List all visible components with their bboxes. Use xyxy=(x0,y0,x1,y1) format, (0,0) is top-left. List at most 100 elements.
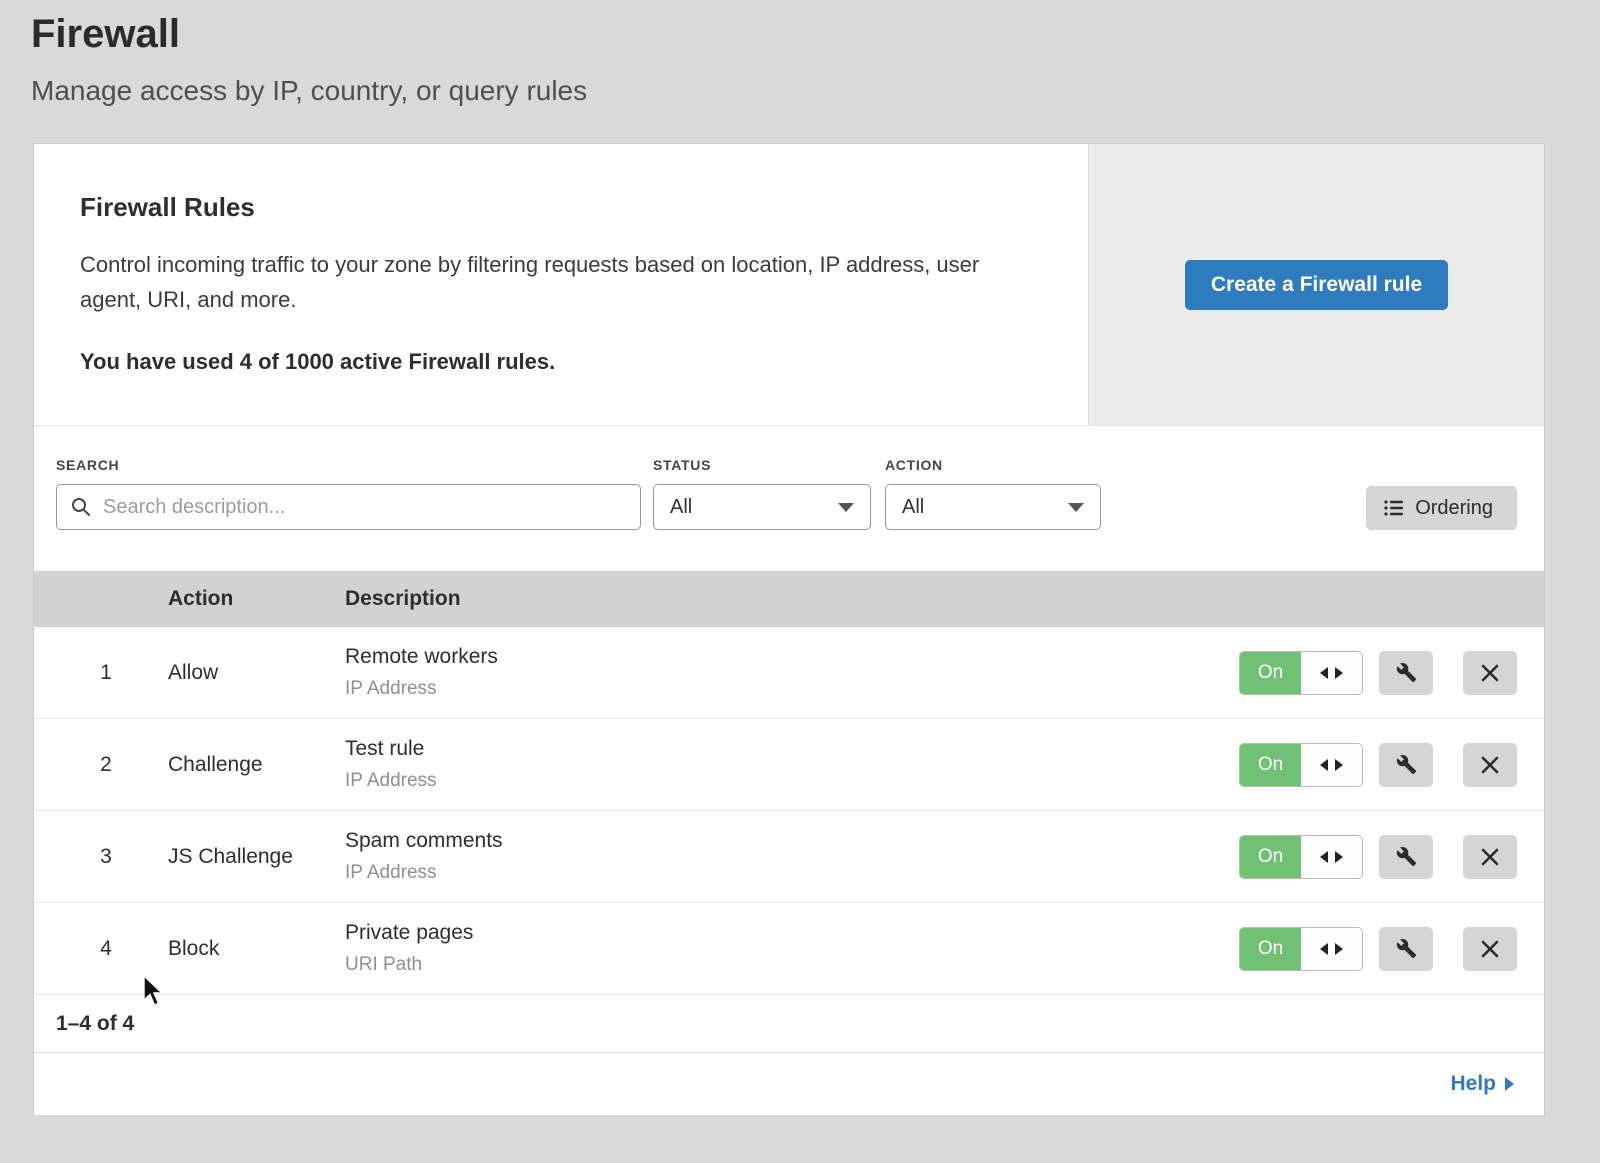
delete-rule-button[interactable] xyxy=(1463,651,1517,695)
toggle-handle[interactable] xyxy=(1301,744,1362,786)
rule-description-title: Remote workers xyxy=(345,645,498,669)
ordering-button[interactable]: Ordering xyxy=(1366,486,1517,530)
table-body: 1 Allow Remote workers IP Address On xyxy=(34,627,1544,995)
rule-match-type: IP Address xyxy=(345,770,437,792)
rule-description: Remote workers IP Address xyxy=(345,645,498,700)
toggle-handle[interactable] xyxy=(1301,928,1362,970)
rule-match-type: URI Path xyxy=(345,954,473,976)
rule-enabled-toggle[interactable]: On xyxy=(1239,835,1363,879)
help-link[interactable]: Help xyxy=(1450,1072,1514,1096)
rule-description: Private pages URI Path xyxy=(345,921,473,976)
rule-description-title: Spam comments xyxy=(345,829,503,853)
toggle-on-segment[interactable]: On xyxy=(1240,836,1301,878)
rule-controls: On xyxy=(1239,835,1517,879)
wrench-icon xyxy=(1396,938,1417,959)
firewall-card: Firewall Rules Control incoming traffic … xyxy=(33,143,1545,1115)
arrow-right-icon xyxy=(1335,943,1343,955)
delete-rule-button[interactable] xyxy=(1463,743,1517,787)
page-header: Firewall Manage access by IP, country, o… xyxy=(0,0,1600,107)
table-row: 4 Block Private pages URI Path On xyxy=(34,903,1544,995)
edit-rule-button[interactable] xyxy=(1379,743,1433,787)
close-icon xyxy=(1481,848,1499,866)
rule-enabled-toggle[interactable]: On xyxy=(1239,743,1363,787)
overview-heading: Firewall Rules xyxy=(80,192,1028,223)
chevron-down-icon xyxy=(1068,503,1084,512)
toggle-on-segment[interactable]: On xyxy=(1240,928,1301,970)
arrow-right-icon xyxy=(1335,667,1343,679)
arrow-left-icon xyxy=(1320,851,1328,863)
rule-description-title: Private pages xyxy=(345,921,473,945)
search-icon xyxy=(71,497,91,517)
status-select-value: All xyxy=(670,496,692,519)
toggle-handle[interactable] xyxy=(1301,652,1362,694)
table-row: 1 Allow Remote workers IP Address On xyxy=(34,627,1544,719)
delete-rule-button[interactable] xyxy=(1463,835,1517,879)
rule-action: Challenge xyxy=(168,753,313,777)
status-select[interactable]: All xyxy=(653,484,871,530)
rule-priority: 3 xyxy=(96,845,116,869)
rule-action: JS Challenge xyxy=(168,845,313,869)
close-icon xyxy=(1481,940,1499,958)
wrench-icon xyxy=(1396,662,1417,683)
overview-description: Control incoming traffic to your zone by… xyxy=(80,247,1028,317)
help-row: Help xyxy=(34,1053,1544,1115)
edit-rule-button[interactable] xyxy=(1379,927,1433,971)
action-label: ACTION xyxy=(885,457,943,473)
rule-action: Allow xyxy=(168,661,313,685)
rule-controls: On xyxy=(1239,743,1517,787)
chevron-down-icon xyxy=(838,503,854,512)
rule-description-title: Test rule xyxy=(345,737,437,761)
close-icon xyxy=(1481,756,1499,774)
help-link-label: Help xyxy=(1450,1072,1496,1096)
action-select[interactable]: All xyxy=(885,484,1101,530)
arrow-right-icon xyxy=(1335,851,1343,863)
page-title: Firewall xyxy=(31,12,1600,57)
arrow-left-icon xyxy=(1320,759,1328,771)
search-input[interactable] xyxy=(101,485,640,529)
action-select-value: All xyxy=(902,496,924,519)
page-subtitle: Manage access by IP, country, or query r… xyxy=(31,75,1600,107)
rule-priority: 1 xyxy=(96,661,116,685)
rule-enabled-toggle[interactable]: On xyxy=(1239,651,1363,695)
toggle-on-segment[interactable]: On xyxy=(1240,652,1301,694)
status-label: STATUS xyxy=(653,457,711,473)
toggle-on-segment[interactable]: On xyxy=(1240,744,1301,786)
help-arrow-icon xyxy=(1505,1077,1514,1091)
filters-bar: SEARCH STATUS ACTION All All xyxy=(34,426,1544,571)
wrench-icon xyxy=(1396,846,1417,867)
search-label: SEARCH xyxy=(56,457,119,473)
create-firewall-rule-button[interactable]: Create a Firewall rule xyxy=(1185,260,1448,310)
rule-enabled-toggle[interactable]: On xyxy=(1239,927,1363,971)
overview-section: Firewall Rules Control incoming traffic … xyxy=(34,144,1544,426)
rule-description: Test rule IP Address xyxy=(345,737,437,792)
rule-controls: On xyxy=(1239,651,1517,695)
close-icon xyxy=(1481,664,1499,682)
edit-rule-button[interactable] xyxy=(1379,651,1433,695)
table-row: 2 Challenge Test rule IP Address On xyxy=(34,719,1544,811)
pagination-text: 1–4 of 4 xyxy=(34,995,1544,1053)
rule-controls: On xyxy=(1239,927,1517,971)
column-header-description: Description xyxy=(345,587,461,611)
rule-match-type: IP Address xyxy=(345,678,498,700)
wrench-icon xyxy=(1396,754,1417,775)
rule-description: Spam comments IP Address xyxy=(345,829,503,884)
rule-match-type: IP Address xyxy=(345,862,503,884)
search-box xyxy=(56,484,641,530)
rule-priority: 4 xyxy=(96,937,116,961)
overview-usage: You have used 4 of 1000 active Firewall … xyxy=(80,349,1028,375)
arrow-left-icon xyxy=(1320,943,1328,955)
overview-side-panel: Create a Firewall rule xyxy=(1088,144,1544,425)
ordering-list-icon xyxy=(1384,499,1404,517)
ordering-button-label: Ordering xyxy=(1415,497,1493,520)
column-header-action: Action xyxy=(168,587,345,611)
toggle-handle[interactable] xyxy=(1301,836,1362,878)
table-row: 3 JS Challenge Spam comments IP Address … xyxy=(34,811,1544,903)
rule-action: Block xyxy=(168,937,313,961)
table-header: Action Description xyxy=(34,571,1544,627)
arrow-left-icon xyxy=(1320,667,1328,679)
delete-rule-button[interactable] xyxy=(1463,927,1517,971)
rule-priority: 2 xyxy=(96,753,116,777)
arrow-right-icon xyxy=(1335,759,1343,771)
edit-rule-button[interactable] xyxy=(1379,835,1433,879)
overview-info: Firewall Rules Control incoming traffic … xyxy=(34,144,1088,425)
